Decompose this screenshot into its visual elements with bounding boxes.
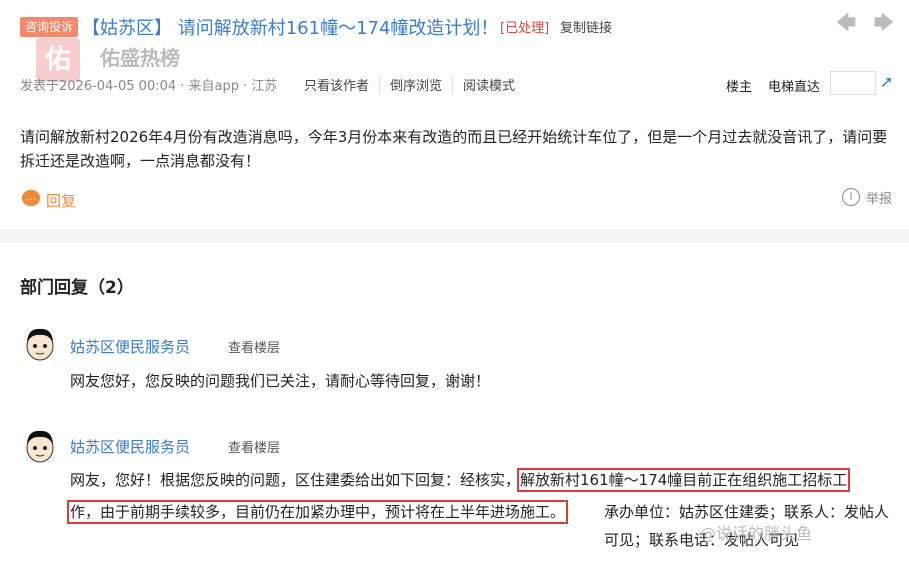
- view-floor-link[interactable]: 查看楼层: [228, 437, 280, 456]
- post-title: 【姑苏区】 请问解放新村161幢～174幢改造计划！: [82, 18, 499, 39]
- logo-text: 佑盛热榜: [100, 46, 180, 70]
- reading-mode-link[interactable]: 阅读模式: [452, 75, 525, 94]
- highlighted-text: 作，由于前期手续较多，目前仍在加紧办理中，预计将在上半年进场施工。: [66, 500, 569, 524]
- view-floor-link[interactable]: 查看楼层: [228, 337, 280, 356]
- jump-go-icon[interactable]: ➚: [880, 72, 893, 91]
- reply-text-line1: 网友，您好！根据您反映的问题，区住建委给出如下回复：经核实，解放新村161幢～1…: [70, 466, 851, 494]
- copy-link-button[interactable]: 复制链接: [560, 17, 612, 36]
- next-arrow-icon[interactable]: 🡆: [872, 10, 896, 34]
- category-tag: 咨询投诉: [20, 17, 79, 37]
- reply-text-start: 网友，您好！根据您反映的问题，区住建委给出如下回复：经核实，: [70, 471, 521, 489]
- reply-author[interactable]: 姑苏区便民服务员: [70, 336, 190, 357]
- section-divider: [0, 229, 909, 243]
- reply-bubble-icon[interactable]: …: [22, 190, 40, 206]
- reply-text: 网友您好，您反映的问题我们已关注，请耐心等待回复，谢谢！: [70, 372, 491, 390]
- meta-links: 只看该作者 倒序浏览 阅读模式: [300, 75, 525, 94]
- department-replies-title: 部门回复（2）: [20, 278, 134, 298]
- report-icon[interactable]: i: [842, 188, 860, 206]
- elevator-label: 电梯直达: [768, 80, 821, 95]
- reply-button[interactable]: 回复: [46, 190, 76, 211]
- prev-arrow-icon[interactable]: 🡄: [834, 10, 858, 34]
- post-body: 请问解放新村2026年4月份有改造消息吗，今年3月份本来有改造的而且已经开始统计…: [20, 128, 888, 170]
- post-meta: 发表于2026-04-05 00:04 · 来自app · 江苏: [20, 79, 278, 94]
- only-author-link[interactable]: 只看该作者: [300, 75, 379, 94]
- floor-jump-input[interactable]: [830, 71, 876, 95]
- reverse-order-link[interactable]: 倒序浏览: [379, 75, 452, 94]
- avatar-icon: [26, 430, 54, 463]
- watermark: @说话的胖头鱼: [700, 524, 813, 543]
- reply-author[interactable]: 姑苏区便民服务员: [70, 436, 190, 457]
- louzhu-label: 楼主: [726, 80, 753, 95]
- reply-text-line2: 作，由于前期手续较多，目前仍在加紧办理中，预计将在上半年进场施工。: [66, 498, 569, 526]
- avatar-icon: [26, 328, 54, 361]
- report-button[interactable]: 举报: [866, 188, 892, 207]
- status-badge: [已处理]: [500, 21, 550, 36]
- highlighted-text: 解放新村161幢～174幢目前正在组织施工招标工: [517, 468, 851, 492]
